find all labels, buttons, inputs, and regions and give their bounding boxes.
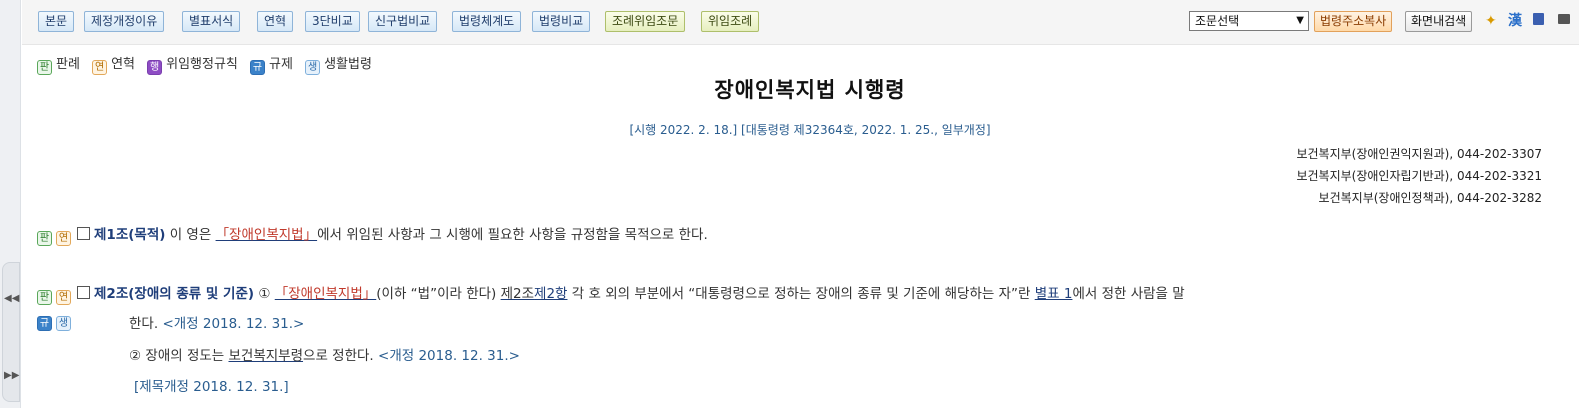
article-1-checkbox[interactable]	[77, 227, 90, 240]
collapse-left-icon[interactable]: ◀◀	[4, 293, 19, 304]
legend-regulation[interactable]: 규 규제	[250, 57, 293, 75]
page-title: 장애인복지법 시행령	[714, 78, 906, 102]
article-2: 판 연 제2조(장애의 종류 및 기준) ① 「장애인복지법」(이하 “법”이라 한…	[37, 282, 1185, 305]
legend-life-law[interactable]: 생 생활법령	[305, 57, 372, 75]
article-2-checkbox[interactable]	[77, 286, 90, 299]
law-link[interactable]: 「장애인복지법」	[216, 227, 318, 243]
left-gutter: ◀◀ ▶▶	[0, 0, 21, 408]
copy-law-address-button[interactable]: 법령주소복사	[1314, 11, 1393, 32]
tab-old-new-compare[interactable]: 신구법비교	[368, 11, 438, 32]
article-link[interactable]: 제2조	[501, 286, 534, 302]
enforcement-info: [시행 2022. 2. 18.] [대통령령 제32364호, 2022. 1…	[629, 123, 991, 137]
article-2-line-2: 한다. <개정 2018. 12. 31.>	[129, 316, 305, 332]
history-badge-icon[interactable]: 연	[56, 290, 71, 305]
tab-law-hierarchy[interactable]: 법령체계도	[452, 11, 522, 32]
in-page-search-button[interactable]: 화면내검색	[1405, 11, 1473, 32]
tab-annex-forms[interactable]: 별표서식	[182, 11, 241, 32]
annex-link[interactable]: 별표 1	[1035, 286, 1073, 302]
tab-three-way-compare[interactable]: 3단비교	[305, 11, 360, 32]
history-badge-icon[interactable]: 연	[56, 231, 71, 246]
tab-law-compare[interactable]: 법령비교	[532, 11, 591, 32]
article-select[interactable]: 조문선택 ▼	[1189, 11, 1309, 31]
precedent-badge-icon[interactable]: 판	[37, 231, 52, 246]
life-law-badge-icon[interactable]: 생	[56, 316, 71, 331]
tab-amendment-reason[interactable]: 제정개정이유	[84, 11, 165, 32]
history-badge-icon: 연	[92, 60, 108, 75]
save-icon[interactable]	[1533, 13, 1544, 25]
tab-delegated-ordinances[interactable]: 위임조례	[701, 11, 760, 32]
ministry-ordinance-link[interactable]: 보건복지부령	[229, 348, 304, 364]
print-icon[interactable]	[1558, 14, 1570, 24]
legend: 판 판례 연 연혁 행 위임행정규칙 규 규제 생 생활법령	[37, 53, 380, 75]
department-contact-3: 보건복지부(장애인정책과), 044-202-3282	[1318, 191, 1542, 205]
legend-delegated-admin-rules[interactable]: 행 위임행정규칙	[147, 57, 238, 75]
life-law-badge-icon: 생	[305, 60, 321, 75]
article-1-heading: 제1조(목적)	[94, 227, 166, 243]
side-panel-tab	[2, 262, 20, 402]
article-2-paragraph-2: ② 장애의 정도는 보건복지부령으로 정한다. <개정 2018. 12. 31…	[129, 348, 520, 364]
star-icon[interactable]: ✦	[1485, 12, 1497, 30]
expand-right-icon[interactable]: ▶▶	[4, 370, 19, 381]
tab-ordinance-delegation-articles[interactable]: 조례위임조문	[605, 11, 686, 32]
tab-history[interactable]: 연혁	[257, 11, 294, 32]
legend-precedent[interactable]: 판 판례	[37, 57, 80, 75]
admin-rule-badge-icon: 행	[147, 60, 163, 75]
legend-history[interactable]: 연 연혁	[92, 57, 135, 75]
paragraph-link[interactable]: 제2항	[534, 286, 567, 302]
article-2-heading: 제2조(장애의 종류 및 기준)	[94, 286, 255, 302]
title-amendment-tag: [제목개정 2018. 12. 31.]	[134, 379, 289, 395]
regulation-badge-icon[interactable]: 규	[37, 316, 52, 331]
department-contact-2: 보건복지부(장애인자립기반과), 044-202-3321	[1296, 169, 1542, 183]
article-2-badges-second: 규생	[37, 312, 75, 331]
law-link[interactable]: 「장애인복지법」	[275, 286, 377, 302]
amendment-tag: <개정 2018. 12. 31.>	[162, 316, 305, 332]
article-1: 판 연 제1조(목적) 이 영은 「장애인복지법」에서 위임된 사항과 그 시행에 …	[37, 223, 708, 246]
tab-main-text[interactable]: 본문	[38, 11, 75, 32]
precedent-badge-icon[interactable]: 판	[37, 290, 52, 305]
department-contact-1: 보건복지부(장애인권익지원과), 044-202-3307	[1296, 147, 1542, 161]
amendment-tag: <개정 2018. 12. 31.>	[378, 348, 520, 364]
hanja-icon[interactable]: 漢	[1508, 12, 1522, 30]
chevron-down-icon: ▼	[1296, 15, 1304, 26]
regulation-badge-icon: 규	[250, 60, 266, 75]
precedent-badge-icon: 판	[37, 60, 52, 75]
